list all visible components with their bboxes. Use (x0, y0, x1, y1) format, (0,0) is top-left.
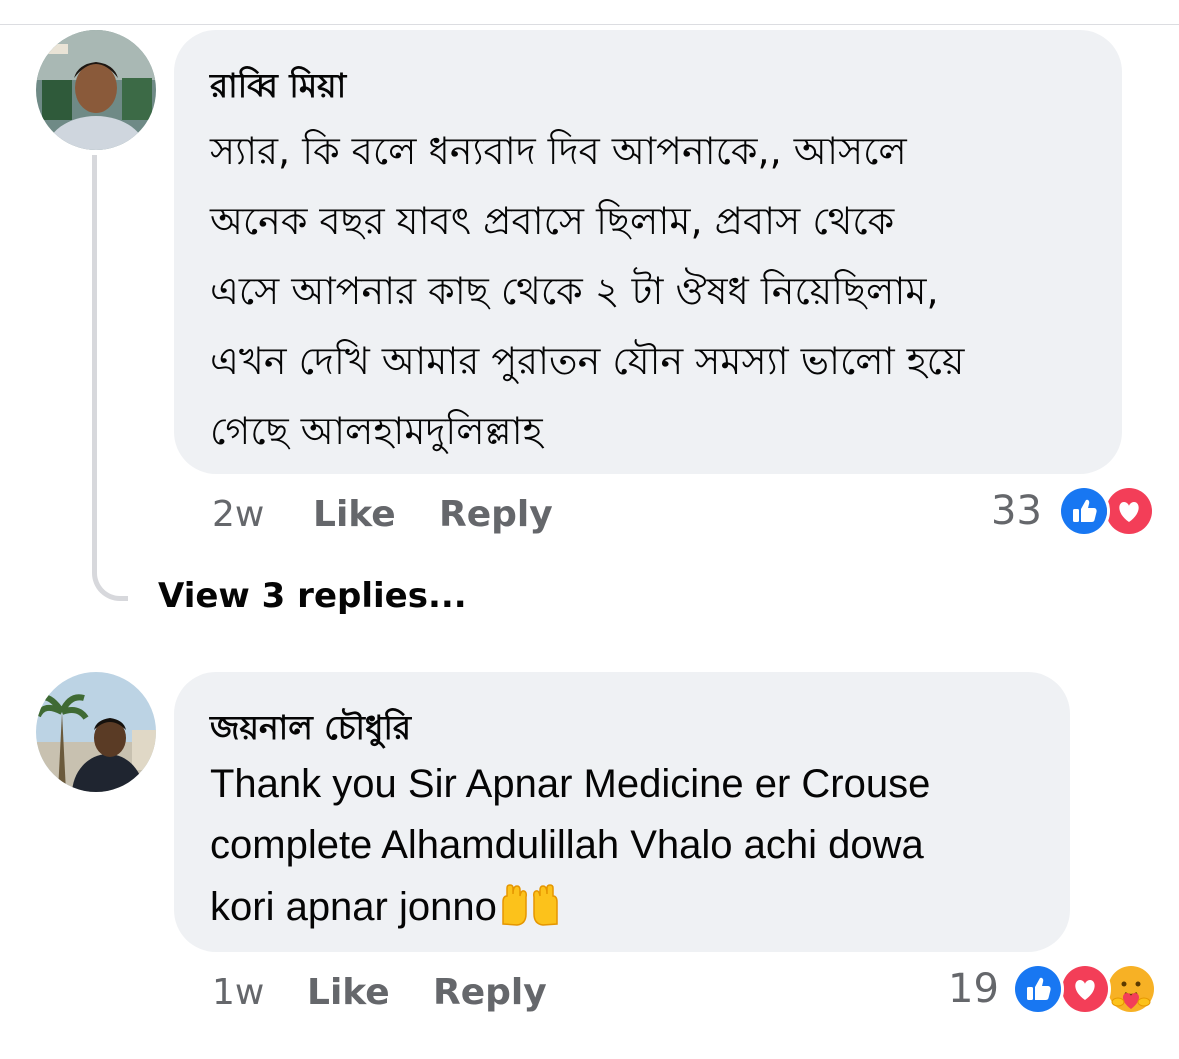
like-button[interactable]: Like (313, 494, 396, 535)
comment-text-line: এসে আপনার কাছ থেকে ২ টা ঔষধ নিয়েছিলাম, (210, 269, 939, 313)
avatar[interactable] (36, 30, 156, 150)
thread-connector (92, 155, 128, 601)
comment-author[interactable]: রাব্বি মিয়া (210, 60, 346, 116)
comment-text: স্যার, কি বলে ধন্যবাদ দিব আপনাকে,, আসলে … (210, 122, 964, 472)
care-icon[interactable] (1105, 963, 1157, 1015)
reaction-count[interactable]: 19 (948, 966, 999, 1012)
comment-text-line: kori apnar jonno (210, 884, 930, 945)
comment-text-line: স্যার, কি বলে ধন্যবাদ দিব আপনাকে,, আসলে (210, 129, 907, 173)
love-icon[interactable] (1103, 485, 1155, 537)
comment-text-line: Thank you Sir Apnar Medicine er Crouse (210, 762, 931, 806)
reply-button[interactable]: Reply (433, 972, 547, 1013)
comment-text: Thank you Sir Apnar Medicine er Crouse c… (210, 762, 930, 945)
like-button[interactable]: Like (307, 972, 390, 1013)
comment-text-line: এখন দেখি আমার পুরাতন যৌন সমস্যা ভালো হয়… (210, 339, 965, 383)
love-icon[interactable] (1059, 963, 1111, 1015)
comment-text-line: complete Alhamdulillah Vhalo achi dowa (210, 823, 924, 867)
comment-author[interactable]: জয়নাল চৌধুরি (210, 702, 411, 758)
top-divider (0, 24, 1179, 25)
comment-bubble: রাব্বি মিয়া স্যার, কি বলে ধন্যবাদ দিব আ… (174, 30, 1122, 474)
reply-button[interactable]: Reply (439, 494, 553, 535)
comment-text-line: গেছে আলহামদুলিল্লাহ (210, 409, 543, 453)
view-replies-link[interactable]: View 3 replies... (158, 576, 467, 616)
comment-bubble: জয়নাল চৌধুরি Thank you Sir Apnar Medici… (174, 672, 1070, 952)
raising-hands-emoji (499, 884, 561, 936)
reaction-count[interactable]: 33 (991, 488, 1042, 534)
comment-text-fragment: kori apnar jonno (210, 885, 497, 929)
like-icon[interactable] (1012, 963, 1064, 1015)
comment-time[interactable]: 1w (212, 972, 264, 1013)
comment-text-line: অনেক বছর যাবৎ প্রবাসে ছিলাম, প্রবাস থেকে (210, 199, 895, 243)
like-icon[interactable] (1058, 485, 1110, 537)
avatar[interactable] (36, 672, 156, 792)
comment-time[interactable]: 2w (212, 494, 264, 535)
